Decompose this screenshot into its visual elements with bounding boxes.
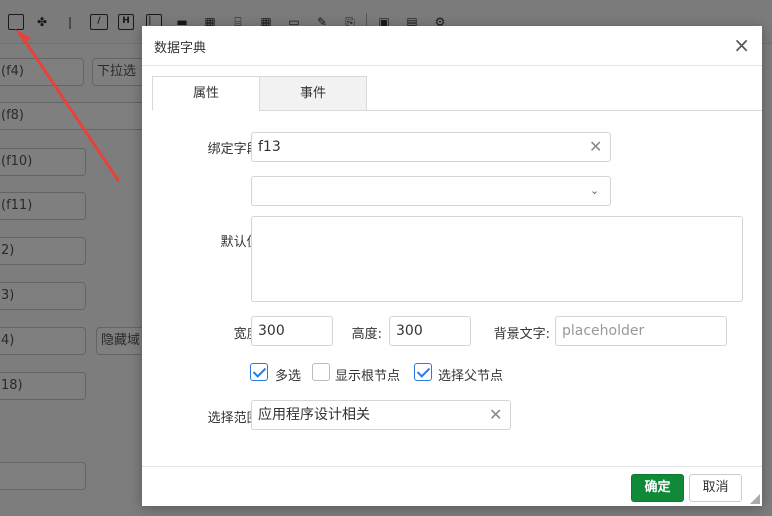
cancel-button[interactable]: 取消	[689, 474, 742, 502]
data-dictionary-dialog: 数据字典 × 属性 事件 绑定字段: f13 ✕ ⌄ 默认值: 宽度: 300 …	[142, 26, 762, 506]
placeholder-input[interactable]: placeholder	[555, 316, 727, 346]
scope-label: 选择范围:	[207, 411, 264, 426]
multi-select-checkbox[interactable]	[250, 363, 268, 381]
bind-field-input[interactable]: f13	[251, 132, 611, 162]
resize-grip-icon[interactable]	[750, 494, 760, 504]
chevron-down-icon[interactable]: ⌄	[590, 184, 599, 197]
dialog-header: 数据字典 ×	[142, 26, 762, 66]
default-value-textarea[interactable]	[251, 216, 743, 302]
tab-events[interactable]: 事件	[259, 76, 367, 111]
dictionary-select[interactable]	[251, 176, 611, 206]
tab-properties[interactable]: 属性	[152, 76, 260, 111]
clear-icon[interactable]: ✕	[589, 139, 602, 155]
height-label: 高度:	[351, 327, 382, 342]
confirm-button[interactable]: 确定	[631, 474, 684, 502]
show-root-checkbox[interactable]	[312, 363, 330, 381]
height-input[interactable]: 300	[389, 316, 471, 346]
multi-select-label: 多选	[275, 369, 302, 384]
show-root-label: 显示根节点	[335, 369, 401, 384]
select-parent-label: 选择父节点	[438, 369, 504, 384]
close-icon[interactable]: ×	[733, 33, 750, 57]
dialog-tabs: 属性 事件	[152, 76, 762, 111]
dialog-title: 数据字典	[154, 41, 207, 56]
select-parent-checkbox[interactable]	[414, 363, 432, 381]
scope-clear-icon[interactable]: ✕	[489, 407, 502, 423]
dialog-footer: 确定 取消	[142, 466, 762, 506]
width-input[interactable]: 300	[251, 316, 333, 346]
scope-input[interactable]: 应用程序设计相关	[251, 400, 511, 430]
placeholder-label: 背景文字:	[493, 327, 550, 342]
